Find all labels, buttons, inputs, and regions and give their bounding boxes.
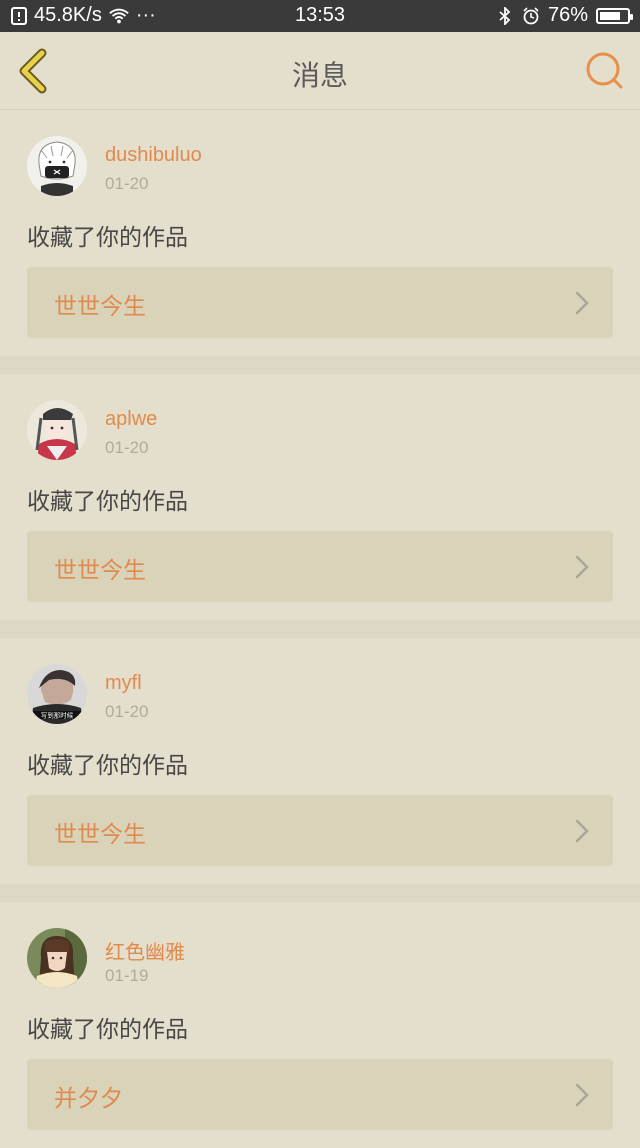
message-card: 写到那时候 myfl 01-20 收藏了你的作品 世世今生 [0,638,640,884]
chevron-right-icon [575,1083,589,1107]
work-link[interactable]: 世世今生 [27,531,613,602]
message-date: 01-20 [105,702,149,721]
bluetooth-icon [499,6,511,25]
card-divider [0,356,640,374]
alarm-icon [523,6,539,24]
card-divider [0,884,640,902]
work-link[interactable]: 世世今生 [27,795,613,866]
username[interactable]: myfl [105,672,142,695]
action-text: 收藏了你的作品 [27,753,188,779]
battery-percent: 76% [547,4,588,26]
message-date: 01-19 [105,966,149,985]
search-icon[interactable] [584,50,626,92]
action-text: 收藏了你的作品 [27,225,188,251]
chevron-right-icon [575,819,589,843]
username[interactable]: aplwe [105,408,157,431]
username[interactable]: dushibuluo [105,144,202,167]
battery-fill [600,11,620,20]
avatar[interactable] [27,928,87,988]
work-link[interactable]: 并夕夕 [27,1059,613,1130]
message-card: dushibuluo 01-20 收藏了你的作品 世世今生 [0,110,640,356]
username[interactable]: 红色幽雅 [105,936,185,965]
avatar[interactable] [27,136,87,196]
chevron-right-icon [575,555,589,579]
action-text: 收藏了你的作品 [27,1017,188,1043]
work-title: 世世今生 [54,822,146,848]
battery-icon [596,7,633,24]
page-title: 消息 [291,59,348,92]
avatar[interactable]: 写到那时候 [27,664,87,724]
message-card: 红色幽雅 01-19 收藏了你的作品 并夕夕 [0,902,640,1148]
action-text: 收藏了你的作品 [27,489,188,515]
work-title: 世世今生 [54,558,146,584]
chevron-right-icon [575,291,589,315]
app-header: 消息 [0,32,640,110]
message-card: aplwe 01-20 收藏了你的作品 世世今生 [0,374,640,620]
status-bar: 45.8K/s ··· 13:53 76% [0,0,640,32]
work-link[interactable]: 世世今生 [27,267,613,338]
avatar[interactable] [27,400,87,460]
work-title: 世世今生 [54,294,146,320]
work-title: 并夕夕 [54,1086,123,1112]
message-date: 01-20 [105,174,149,193]
card-divider [0,620,640,638]
avatar-caption: 写到那时候 [41,711,74,720]
status-right: 76% [496,4,633,27]
message-date: 01-20 [105,438,149,457]
